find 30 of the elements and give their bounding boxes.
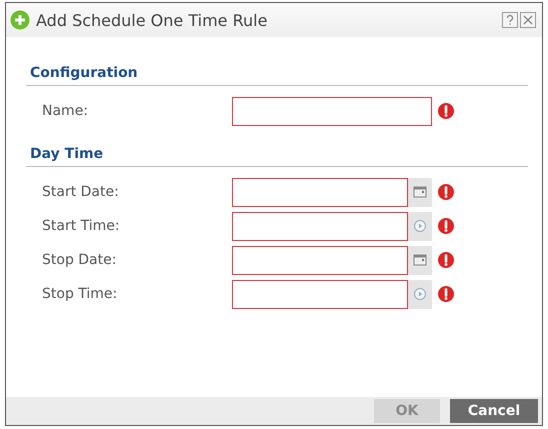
window-title: Add Schedule One Time Rule (36, 10, 268, 30)
warning-icon (438, 184, 454, 200)
plus-icon (10, 10, 30, 30)
calendar-button[interactable] (408, 246, 432, 274)
help-icon[interactable] (502, 12, 518, 28)
calendar-button[interactable] (408, 178, 432, 206)
close-icon[interactable] (520, 12, 536, 28)
section-heading: Configuration (29, 65, 139, 83)
field-label: Name: (41, 103, 90, 119)
calendar-icon (413, 185, 427, 199)
dialog-button[interactable]: Cancel (450, 399, 538, 423)
input-field[interactable] (232, 280, 408, 308)
input-field[interactable] (232, 212, 408, 240)
field-label: Start Date: (41, 184, 120, 200)
clock-icon (413, 287, 427, 301)
warning-icon (438, 218, 454, 234)
input-field[interactable] (232, 178, 408, 206)
warning-icon (438, 252, 454, 268)
calendar-icon (413, 253, 427, 267)
section-heading: Day Time (29, 146, 104, 164)
clock-icon (413, 219, 427, 233)
warning-icon (438, 286, 454, 302)
clock-button[interactable] (408, 212, 432, 240)
field-label: Stop Time: (41, 286, 118, 302)
clock-button[interactable] (408, 280, 432, 308)
field-label: Start Time: (41, 218, 121, 234)
input-field[interactable] (232, 246, 408, 274)
input-field[interactable] (232, 96, 432, 126)
field-label: Stop Date: (41, 252, 118, 268)
warning-icon (438, 103, 454, 119)
